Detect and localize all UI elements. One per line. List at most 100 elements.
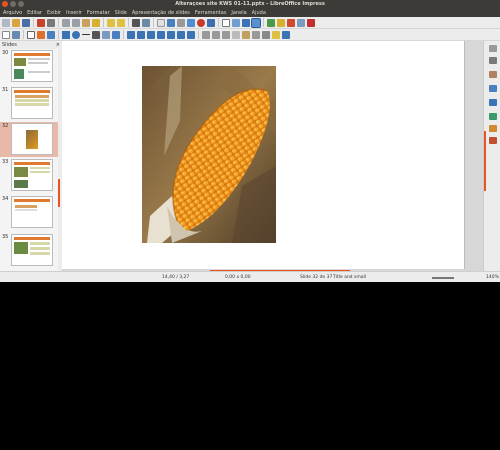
menu-editar[interactable]: Editar — [27, 9, 42, 17]
flowchart-icon[interactable] — [157, 30, 165, 39]
redo-icon[interactable] — [117, 18, 125, 27]
toolbar-separator — [153, 18, 154, 27]
object-size: 0,00 x 0,00 — [225, 275, 251, 280]
slide-number: 34 — [2, 196, 9, 202]
slide-preview — [11, 123, 53, 155]
text-icon[interactable] — [27, 30, 35, 39]
ellipse-icon[interactable] — [72, 30, 80, 39]
slides-panel-header: Slides × — [0, 41, 62, 49]
gallery-icon[interactable] — [489, 125, 497, 132]
new-slide-icon[interactable] — [287, 18, 295, 27]
fill-color-icon[interactable] — [47, 30, 55, 39]
save-icon[interactable] — [22, 18, 30, 27]
insert-chart-icon[interactable] — [187, 18, 195, 27]
slide-transition-icon[interactable] — [489, 71, 497, 78]
special-character-icon[interactable] — [232, 18, 240, 27]
open-folder-icon[interactable] — [12, 18, 20, 27]
sidebar-scroll-thumb[interactable] — [484, 131, 486, 191]
properties-icon[interactable] — [489, 57, 497, 64]
connector-icon[interactable] — [112, 30, 120, 39]
cut-icon[interactable] — [62, 18, 70, 27]
slide-thumbnail-33[interactable]: 33 — [0, 158, 58, 193]
menu-janela[interactable]: Janela — [231, 9, 246, 17]
spelling-icon[interactable] — [142, 18, 150, 27]
menu-slide[interactable]: Slide — [115, 9, 127, 17]
slide-thumbnail-30[interactable]: 30 — [0, 49, 58, 84]
slide-thumbnail-32[interactable]: 32 — [0, 122, 58, 157]
zoom-slider[interactable] — [432, 277, 454, 279]
callouts-icon[interactable] — [167, 30, 175, 39]
more-shapes-icon[interactable] — [282, 30, 290, 39]
start-presentation-icon[interactable] — [267, 18, 275, 27]
symbol-shapes-icon[interactable] — [137, 30, 145, 39]
slides-panel[interactable]: 30 31 32 33 34 35 — [0, 49, 62, 271]
maximize-window-button[interactable] — [18, 1, 24, 7]
slide-preview — [11, 159, 53, 191]
insert-text-box-icon[interactable] — [222, 18, 230, 27]
arrange-icon[interactable] — [222, 30, 230, 39]
delete-slide-icon[interactable] — [307, 18, 315, 27]
scroll-thumb[interactable] — [58, 179, 60, 207]
line-color-icon[interactable] — [37, 30, 45, 39]
close-panel-icon[interactable]: × — [56, 41, 60, 49]
print-icon[interactable] — [47, 18, 55, 27]
display-grid-icon[interactable] — [157, 18, 165, 27]
animation-icon[interactable] — [489, 85, 497, 92]
insert-image-icon[interactable] — [167, 18, 175, 27]
menu-arquivo[interactable]: Arquivo — [3, 9, 22, 17]
menu-exibir[interactable]: Exibir — [47, 9, 61, 17]
filter-icon[interactable] — [262, 30, 270, 39]
menu-formatar[interactable]: Formatar — [87, 9, 110, 17]
rectangle-icon[interactable] — [62, 30, 70, 39]
block-arrows-icon[interactable] — [147, 30, 155, 39]
3d-objects-icon[interactable] — [187, 30, 195, 39]
crop-icon[interactable] — [252, 30, 260, 39]
sidebar-menu-icon[interactable] — [489, 45, 497, 52]
insert-hyperlink-icon[interactable] — [242, 18, 250, 27]
line-icon[interactable] — [82, 34, 90, 35]
rotate-icon[interactable] — [202, 30, 210, 39]
master-slides-icon[interactable] — [489, 99, 497, 106]
insert-table-icon[interactable] — [177, 18, 185, 27]
fontwork-icon[interactable] — [207, 18, 215, 27]
menu-ferramentas[interactable]: Ferramentas — [195, 9, 227, 17]
corn-cob-image[interactable] — [142, 66, 276, 243]
slide-thumbnail-31[interactable]: 31 — [0, 86, 58, 121]
slide-workspace[interactable] — [62, 41, 483, 271]
master-slide-icon[interactable] — [277, 18, 285, 27]
close-window-button[interactable] — [2, 1, 8, 7]
select-icon[interactable] — [2, 30, 10, 39]
basic-shapes-icon[interactable] — [127, 30, 135, 39]
slide-thumbnail-35[interactable]: 35 — [0, 233, 58, 268]
align-icon[interactable] — [212, 30, 220, 39]
slide-show-icon[interactable] — [251, 17, 261, 28]
toolbar-separator — [198, 30, 199, 39]
new-document-icon[interactable] — [2, 18, 10, 27]
shadow-icon[interactable] — [242, 30, 250, 39]
menu-ajuda[interactable]: Ajuda — [252, 9, 266, 17]
current-slide[interactable] — [62, 41, 465, 269]
distribute-icon[interactable] — [232, 30, 240, 39]
styles-icon[interactable] — [489, 113, 497, 120]
copy-icon[interactable] — [72, 18, 80, 27]
paste-icon[interactable] — [82, 18, 90, 27]
arrow-icon[interactable] — [92, 30, 100, 39]
navigator-icon[interactable] — [489, 137, 497, 144]
find-replace-icon[interactable] — [132, 18, 140, 27]
zoom-level[interactable]: 140% — [486, 275, 499, 280]
insert-media-icon[interactable] — [197, 18, 205, 27]
undo-icon[interactable] — [107, 18, 115, 27]
slide-number: 35 — [2, 234, 9, 240]
toggle-extrusion-icon[interactable] — [272, 30, 280, 39]
minimize-window-button[interactable] — [10, 1, 16, 7]
clone-formatting-icon[interactable] — [92, 18, 100, 27]
menu-inserir[interactable]: Inserir — [66, 9, 82, 17]
slide-preview — [11, 50, 53, 82]
zoom-icon[interactable] — [12, 30, 20, 39]
stars-icon[interactable] — [177, 30, 185, 39]
slide-thumbnail-34[interactable]: 34 — [0, 195, 58, 230]
menu-apresentacao[interactable]: Apresentação de slides — [132, 9, 190, 17]
duplicate-slide-icon[interactable] — [297, 18, 305, 27]
curve-icon[interactable] — [102, 30, 110, 39]
export-pdf-icon[interactable] — [37, 18, 45, 27]
